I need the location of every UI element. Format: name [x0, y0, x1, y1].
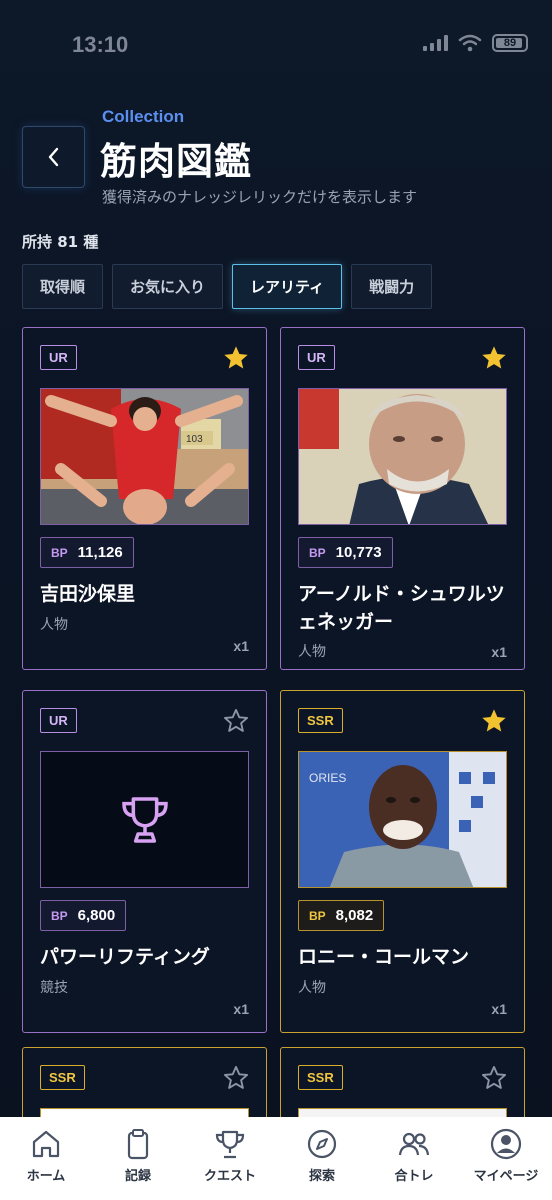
card-category: 人物	[298, 980, 326, 996]
header-eyebrow: Collection	[102, 107, 185, 126]
rarity-badge: SSR	[40, 1065, 85, 1090]
user-circle-icon	[490, 1128, 522, 1160]
card-name: ロニー・コールマン	[298, 946, 470, 968]
star-outline-icon[interactable]	[222, 1064, 250, 1092]
nav-label: 合トレ	[394, 1169, 434, 1184]
bp-value: 10,773	[335, 544, 382, 561]
nav-label: マイページ	[473, 1169, 539, 1184]
nav-item-explore[interactable]: 探索	[276, 1127, 368, 1184]
card-image-bodybuilder: ORIES	[298, 751, 507, 888]
card-quantity: x1	[233, 638, 249, 654]
svg-text:ORIES: ORIES	[309, 771, 346, 785]
rarity-badge: UR	[40, 345, 77, 370]
page-subtitle: 獲得済みのナレッジレリックだけを表示します	[102, 188, 418, 206]
svg-text:103: 103	[186, 434, 203, 445]
back-button[interactable]	[22, 126, 85, 188]
card-name: アーノルド・シュワルツェネッガー	[298, 583, 505, 633]
card-category: 人物	[40, 617, 68, 633]
nav-label: 探索	[308, 1169, 335, 1184]
status-time: 13:10	[72, 32, 129, 57]
bp-value: 8,082	[335, 907, 374, 924]
star-filled-icon[interactable]	[480, 344, 508, 372]
star-outline-icon[interactable]	[480, 1064, 508, 1092]
signal-icon	[423, 35, 448, 51]
card-name: 吉田沙保里	[40, 583, 136, 605]
sort-tab-rarity[interactable]: レアリティ	[232, 264, 343, 309]
bp-label: BP	[51, 545, 68, 560]
bp-value: 11,126	[77, 544, 123, 561]
nav-item-home[interactable]: ホーム	[0, 1127, 92, 1184]
card-image-placeholder	[40, 751, 249, 888]
sort-tabs: 取得順 お気に入り レアリティ 戦闘力	[22, 264, 433, 309]
nav-label: ホーム	[26, 1169, 66, 1184]
bottom-nav: ホーム 記録 クエスト 探索 合トレ マイページ	[0, 1117, 552, 1200]
nav-item-records[interactable]: 記録	[92, 1127, 184, 1184]
sort-tab-acquired[interactable]: 取得順	[22, 264, 104, 309]
bp-label: BP	[51, 908, 68, 923]
nav-label: 記録	[124, 1169, 151, 1184]
card-category: 競技	[40, 980, 68, 996]
bp-value: 6,800	[77, 907, 116, 924]
nav-item-group-training[interactable]: 合トレ	[368, 1127, 460, 1184]
bp-badge: BP 10,773	[298, 537, 393, 568]
rarity-badge: UR	[40, 708, 77, 733]
star-outline-icon[interactable]	[222, 707, 250, 735]
bp-label: BP	[309, 908, 326, 923]
star-filled-icon[interactable]	[480, 707, 508, 735]
bp-label: BP	[309, 545, 326, 560]
compass-icon	[307, 1129, 337, 1159]
nav-item-mypage[interactable]: マイページ	[460, 1127, 552, 1184]
card-image-wrestling: 103	[40, 388, 249, 525]
rarity-badge: SSR	[298, 1065, 343, 1090]
bp-badge: BP 8,082	[298, 900, 385, 931]
sort-tab-favorites[interactable]: お気に入り	[112, 264, 224, 309]
card-quantity: x1	[491, 1001, 507, 1017]
owned-count: 所持 81 種	[22, 233, 99, 251]
rarity-badge: SSR	[298, 708, 343, 733]
rarity-badge: UR	[298, 345, 335, 370]
trophy-icon	[215, 1130, 245, 1159]
users-icon	[398, 1132, 430, 1156]
wifi-icon	[458, 34, 482, 52]
card-name: パワーリフティング	[40, 946, 210, 968]
bp-badge: BP 6,800	[40, 900, 127, 931]
bp-badge: BP 11,126	[40, 537, 134, 568]
battery-level: 89	[503, 37, 517, 49]
battery-icon: 89	[492, 34, 528, 52]
collection-card[interactable]: UR BP 10,773 アーノルド・シュワルツェネッガー 人物 x1	[280, 327, 525, 670]
collection-card[interactable]: UR BP 6,800 パワーリフティング 競技 x1	[22, 690, 267, 1033]
status-icons: 89	[423, 34, 528, 52]
sort-tab-power[interactable]: 戦闘力	[351, 264, 433, 309]
clipboard-icon	[127, 1129, 149, 1160]
collection-card[interactable]: SSR ORIES BP 8,082 ロニー・コールマン 人物 x1	[280, 690, 525, 1033]
collection-card[interactable]: UR 103 BP 11,126 吉田沙保里 人物 x1	[22, 327, 267, 670]
star-filled-icon[interactable]	[222, 344, 250, 372]
nav-label: クエスト	[203, 1169, 256, 1184]
card-image-portrait	[298, 388, 507, 525]
chevron-left-icon	[48, 147, 58, 167]
card-quantity: x1	[233, 1001, 249, 1017]
home-icon	[32, 1130, 60, 1158]
card-quantity: x1	[491, 644, 507, 660]
card-category: 人物	[298, 644, 326, 660]
nav-item-quest[interactable]: クエスト	[184, 1127, 276, 1184]
page-title: 筋肉図鑑	[100, 140, 252, 183]
status-bar: 13:10 89	[0, 0, 552, 90]
trophy-icon	[121, 796, 168, 843]
